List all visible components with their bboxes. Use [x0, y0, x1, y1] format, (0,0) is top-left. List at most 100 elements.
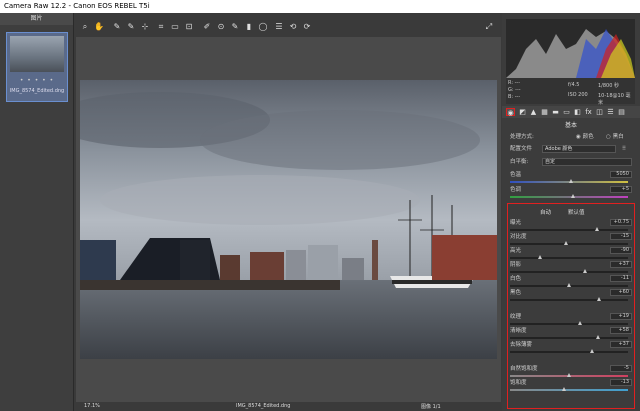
fullscreen-icon[interactable]: ⤢	[484, 22, 494, 32]
slider-thumb[interactable]	[596, 335, 601, 339]
slider-thumb[interactable]	[590, 349, 595, 353]
status-filename: IMG_8574_Edited.dng	[236, 403, 291, 409]
slider-row: 对比度 -15	[510, 233, 632, 241]
slider-thumb[interactable]	[583, 269, 588, 273]
adjust-slider[interactable]	[510, 297, 628, 301]
hsl-tab-icon[interactable]: ▦	[540, 108, 549, 116]
adjust-slider[interactable]	[510, 241, 628, 245]
process-color-radio[interactable]: ◉ 颜色	[576, 133, 594, 141]
snapshots-tab-icon[interactable]: ▤	[617, 108, 626, 116]
slider-value[interactable]: +37	[610, 261, 632, 268]
slider-value[interactable]: -90	[610, 247, 632, 254]
slider-label: 饱和度	[510, 380, 527, 386]
rotate-ccw-icon[interactable]: ⟲	[288, 22, 298, 32]
slider-value[interactable]: +60	[610, 289, 632, 296]
transform-tab-icon[interactable]: ◧	[573, 108, 582, 116]
thumbnail-filename: IMG_8574_Edited.dng	[9, 88, 65, 94]
shutter: 1/800 秒	[598, 83, 619, 89]
slider-value[interactable]: +19	[610, 313, 632, 320]
thumbnail-image	[10, 36, 64, 72]
temp-slider[interactable]	[510, 179, 628, 183]
split-toning-tab-icon[interactable]: ▬	[551, 108, 560, 116]
slider-value[interactable]: -15	[610, 233, 632, 240]
image-canvas[interactable]	[76, 37, 501, 402]
adjust-slider[interactable]	[510, 335, 628, 339]
slider-thumb[interactable]	[594, 227, 599, 231]
adjust-slider[interactable]	[510, 387, 628, 391]
right-panel: R: --- G: --- B: --- f/4.5 1/800 秒 ISO 2…	[502, 13, 640, 411]
zoom-level[interactable]: 17.1%	[84, 403, 100, 409]
adjust-slider[interactable]	[510, 373, 628, 377]
adjustment-brush-icon[interactable]: ✎	[230, 22, 240, 32]
process-bw-label: 黑白	[612, 134, 624, 140]
slider-thumb[interactable]	[561, 387, 566, 391]
adjust-slider[interactable]	[510, 349, 628, 353]
target-adjust-icon[interactable]: ⊹	[140, 22, 150, 32]
effects-tab-icon[interactable]: fx	[584, 108, 593, 116]
slider-value[interactable]: -13	[610, 379, 632, 386]
zoom-icon[interactable]: ⌕	[80, 22, 90, 32]
slider-thumb[interactable]	[597, 297, 602, 301]
slider-label: 清晰度	[510, 328, 527, 334]
slider-thumb[interactable]	[564, 241, 569, 245]
hand-icon[interactable]: ✋	[94, 22, 104, 32]
red-eye-icon[interactable]: ⊙	[216, 22, 226, 32]
calibration-tab-icon[interactable]: ◫	[595, 108, 604, 116]
spot-removal-icon[interactable]: ✐	[202, 22, 212, 32]
slider-label: 黑色	[510, 290, 522, 296]
adjust-slider[interactable]	[510, 269, 628, 273]
harbour-photo	[80, 80, 497, 359]
slider-row: 清晰度 +58	[510, 327, 632, 335]
slider-value[interactable]: +37	[610, 341, 632, 348]
straighten-icon[interactable]: ▭	[170, 22, 180, 32]
temp-label: 色温	[510, 172, 522, 178]
rotate-cw-icon[interactable]: ⟳	[302, 22, 312, 32]
filmstrip-header: 图片	[0, 13, 73, 25]
slider-row: 高光 -90	[510, 247, 632, 255]
profile-select[interactable]: Adobe 颜色	[542, 145, 616, 153]
process-color-label: 颜色	[582, 134, 594, 140]
slider-value[interactable]: +0.75	[610, 219, 632, 226]
filmstrip-thumbnail[interactable]: • • • • • IMG_8574_Edited.dng	[6, 32, 68, 102]
adjust-slider[interactable]	[510, 255, 628, 259]
wb-select[interactable]: 自定	[542, 158, 632, 166]
slider-row: 饱和度 -13	[510, 379, 632, 387]
rating-stars[interactable]: • • • • •	[7, 77, 67, 84]
auto-button[interactable]: 自动	[540, 209, 551, 217]
slider-label: 去除薄雾	[510, 342, 533, 348]
adjust-slider[interactable]	[510, 283, 628, 287]
graduated-filter-icon[interactable]: ▮	[244, 22, 254, 32]
basic-tab-icon[interactable]: ◉	[506, 108, 515, 117]
tone-curve-tab-icon[interactable]: ◩	[518, 108, 527, 116]
slider-thumb[interactable]	[566, 373, 571, 377]
white-balance-icon[interactable]: ✎	[112, 22, 122, 32]
crop-icon[interactable]: ⌗	[156, 22, 166, 32]
profile-browser-icon[interactable]: ⠿	[622, 145, 626, 153]
temp-value[interactable]: 5050	[610, 171, 632, 178]
tint-value[interactable]: +5	[610, 186, 632, 193]
tint-slider[interactable]	[510, 194, 628, 198]
preferences-icon[interactable]: ☰	[274, 22, 284, 32]
adjust-slider[interactable]	[510, 321, 628, 325]
image-metadata: R: --- G: --- B: --- f/4.5 1/800 秒 ISO 2…	[506, 78, 635, 106]
slider-value[interactable]: -11	[610, 275, 632, 282]
slider-value[interactable]: -5	[610, 365, 632, 372]
slider-row: 纹理 +19	[510, 313, 632, 321]
slider-thumb[interactable]	[538, 255, 543, 259]
color-sampler-icon[interactable]: ✎	[126, 22, 136, 32]
adjust-slider[interactable]	[510, 227, 628, 231]
histogram	[506, 19, 635, 78]
slider-value[interactable]: +58	[610, 327, 632, 334]
slider-label: 高光	[510, 248, 522, 254]
slider-label: 自然饱和度	[510, 366, 538, 372]
transform-icon[interactable]: ⊡	[184, 22, 194, 32]
radial-filter-icon[interactable]: ◯	[258, 22, 268, 32]
presets-tab-icon[interactable]: ☰	[606, 108, 615, 116]
slider-thumb[interactable]	[566, 283, 571, 287]
process-bw-radio[interactable]: ○ 黑白	[606, 133, 624, 141]
detail-tab-icon[interactable]: ▲	[529, 108, 538, 116]
image-counter: 图像 1/1	[421, 404, 441, 410]
lens-tab-icon[interactable]: ▭	[562, 108, 571, 116]
default-button[interactable]: 默认值	[568, 209, 585, 217]
slider-thumb[interactable]	[578, 321, 583, 325]
